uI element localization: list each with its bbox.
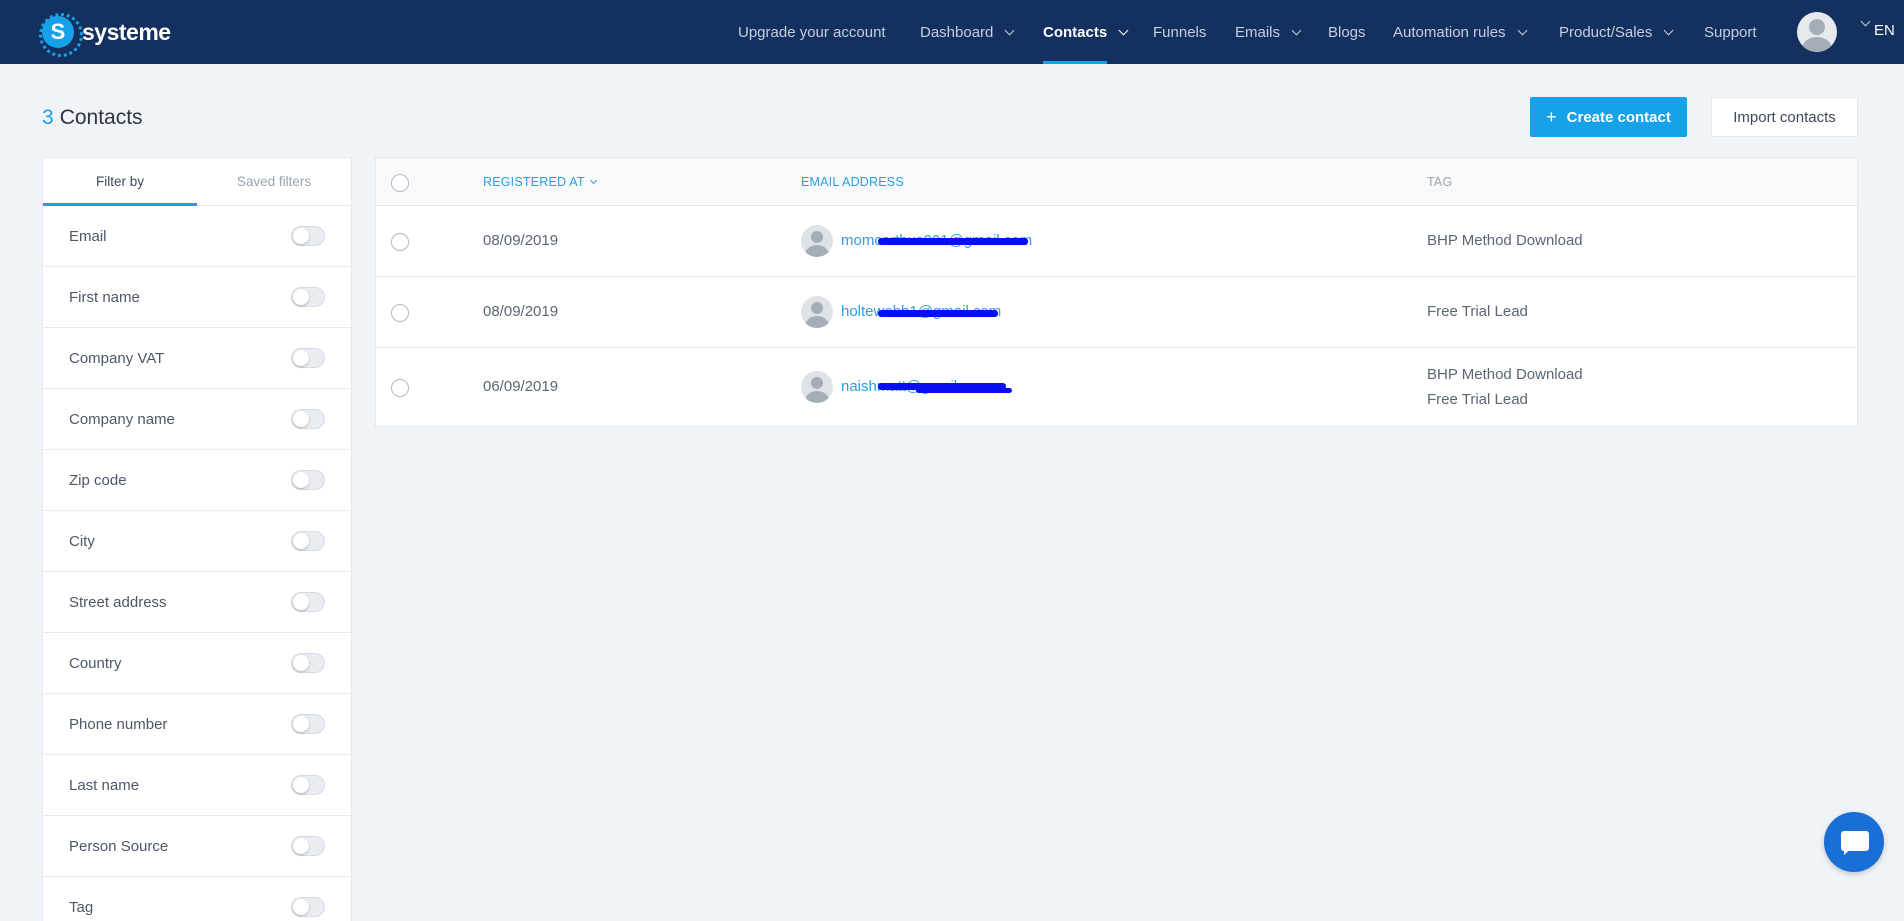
contact-avatar [801,225,833,257]
table-row[interactable]: 06/09/2019 naishmatt@gmail.com BHP Metho… [376,348,1857,427]
chevron-down-icon [1517,25,1528,35]
chevron-down-icon[interactable] [1860,16,1871,27]
chevron-down-icon [1004,25,1015,35]
page-title-label: Contacts [59,106,143,129]
filter-toggle[interactable] [291,775,325,795]
sort-chevron-icon [589,176,597,185]
import-contacts-button[interactable]: Import contacts [1711,97,1858,137]
systeme-logo-icon: S [39,13,83,57]
filter-row-phone-number: Phone number [43,694,351,755]
nav-emails[interactable]: Emails [1235,0,1302,64]
chevron-down-icon [1291,25,1302,35]
registered-date: 08/09/2019 [483,232,559,249]
filter-row-country: Country [43,633,351,694]
language-selector[interactable]: EN [1874,22,1895,39]
contact-tag: BHP Method Download [1427,366,1583,383]
contact-tag: Free Trial Lead [1427,391,1528,408]
brand-name: systeme [82,18,171,45]
redaction-mark [878,310,998,317]
nav-dashboard[interactable]: Dashboard [920,0,1015,64]
column-email-address[interactable]: EMAIL ADDRESS [801,158,904,206]
contact-avatar [801,296,833,328]
systeme-logo[interactable]: S systeme [39,13,171,57]
filter-panel: Filter by Saved filters Email First name… [42,157,352,921]
filter-toggle[interactable] [291,714,325,734]
table-row[interactable]: 08/09/2019 momcartbus001@gmail.com BHP M… [376,206,1857,277]
filter-toggle[interactable] [291,836,325,856]
filter-row-email: Email [43,206,351,267]
contact-tag: BHP Method Download [1427,232,1583,249]
filter-row-street-address: Street address [43,572,351,633]
nav-blogs[interactable]: Blogs [1328,0,1366,64]
table-row[interactable]: 08/09/2019 holtewebb1@gmail.com Free Tri… [376,277,1857,348]
row-select-checkbox[interactable] [391,379,409,397]
registered-date: 06/09/2019 [483,378,559,395]
filter-toggle[interactable] [291,531,325,551]
filter-row-city: City [43,511,351,572]
filter-toggle[interactable] [291,470,325,490]
select-all-checkbox[interactable] [391,174,409,192]
nav-contacts[interactable]: Contacts [1043,0,1129,64]
plus-icon: + [1546,106,1557,127]
chevron-down-icon [1663,25,1674,35]
user-avatar[interactable] [1797,12,1837,52]
chat-widget-button[interactable] [1824,812,1884,872]
nav-product-sales[interactable]: Product/Sales [1559,0,1674,64]
contacts-table: REGISTERED AT EMAIL ADDRESS TAG 08/09/20… [375,157,1858,427]
nav-support[interactable]: Support [1704,0,1757,64]
contact-tag: Free Trial Lead [1427,303,1528,320]
filter-toggle[interactable] [291,409,325,429]
nav-upgrade-account[interactable]: Upgrade your account [738,0,886,64]
table-header: REGISTERED AT EMAIL ADDRESS TAG [376,158,1857,206]
top-navigation-bar: S systeme Upgrade your account Dashboard… [0,0,1904,64]
nav-automation-rules[interactable]: Automation rules [1393,0,1528,64]
contacts-count: 3 [42,106,54,129]
column-registered-at[interactable]: REGISTERED AT [483,158,597,206]
filter-row-tag: Tag [43,877,351,921]
redaction-mark [878,238,1028,245]
filter-row-zip-code: Zip code [43,450,351,511]
tab-saved-filters[interactable]: Saved filters [197,158,351,205]
row-select-checkbox[interactable] [391,233,409,251]
redaction-mark [916,388,1012,393]
column-tag: TAG [1427,175,1453,189]
tab-filter-by[interactable]: Filter by [43,158,197,206]
filter-row-company-name: Company name [43,389,351,450]
filter-row-company-vat: Company VAT [43,328,351,389]
chevron-down-icon [1118,25,1129,35]
nav-funnels[interactable]: Funnels [1153,0,1206,64]
filter-tabs: Filter by Saved filters [43,158,351,206]
filter-toggle[interactable] [291,348,325,368]
create-contact-button[interactable]: + Create contact [1530,97,1687,137]
filter-row-last-name: Last name [43,755,351,816]
filter-row-first-name: First name [43,267,351,328]
filter-toggle[interactable] [291,226,325,246]
row-select-checkbox[interactable] [391,304,409,322]
filter-toggle[interactable] [291,897,325,917]
filter-row-person-source: Person Source [43,816,351,877]
registered-date: 08/09/2019 [483,303,559,320]
filter-toggle[interactable] [291,592,325,612]
filter-toggle[interactable] [291,287,325,307]
contact-avatar [801,371,833,403]
page-title: 3 Contacts [42,106,143,130]
filter-toggle[interactable] [291,653,325,673]
